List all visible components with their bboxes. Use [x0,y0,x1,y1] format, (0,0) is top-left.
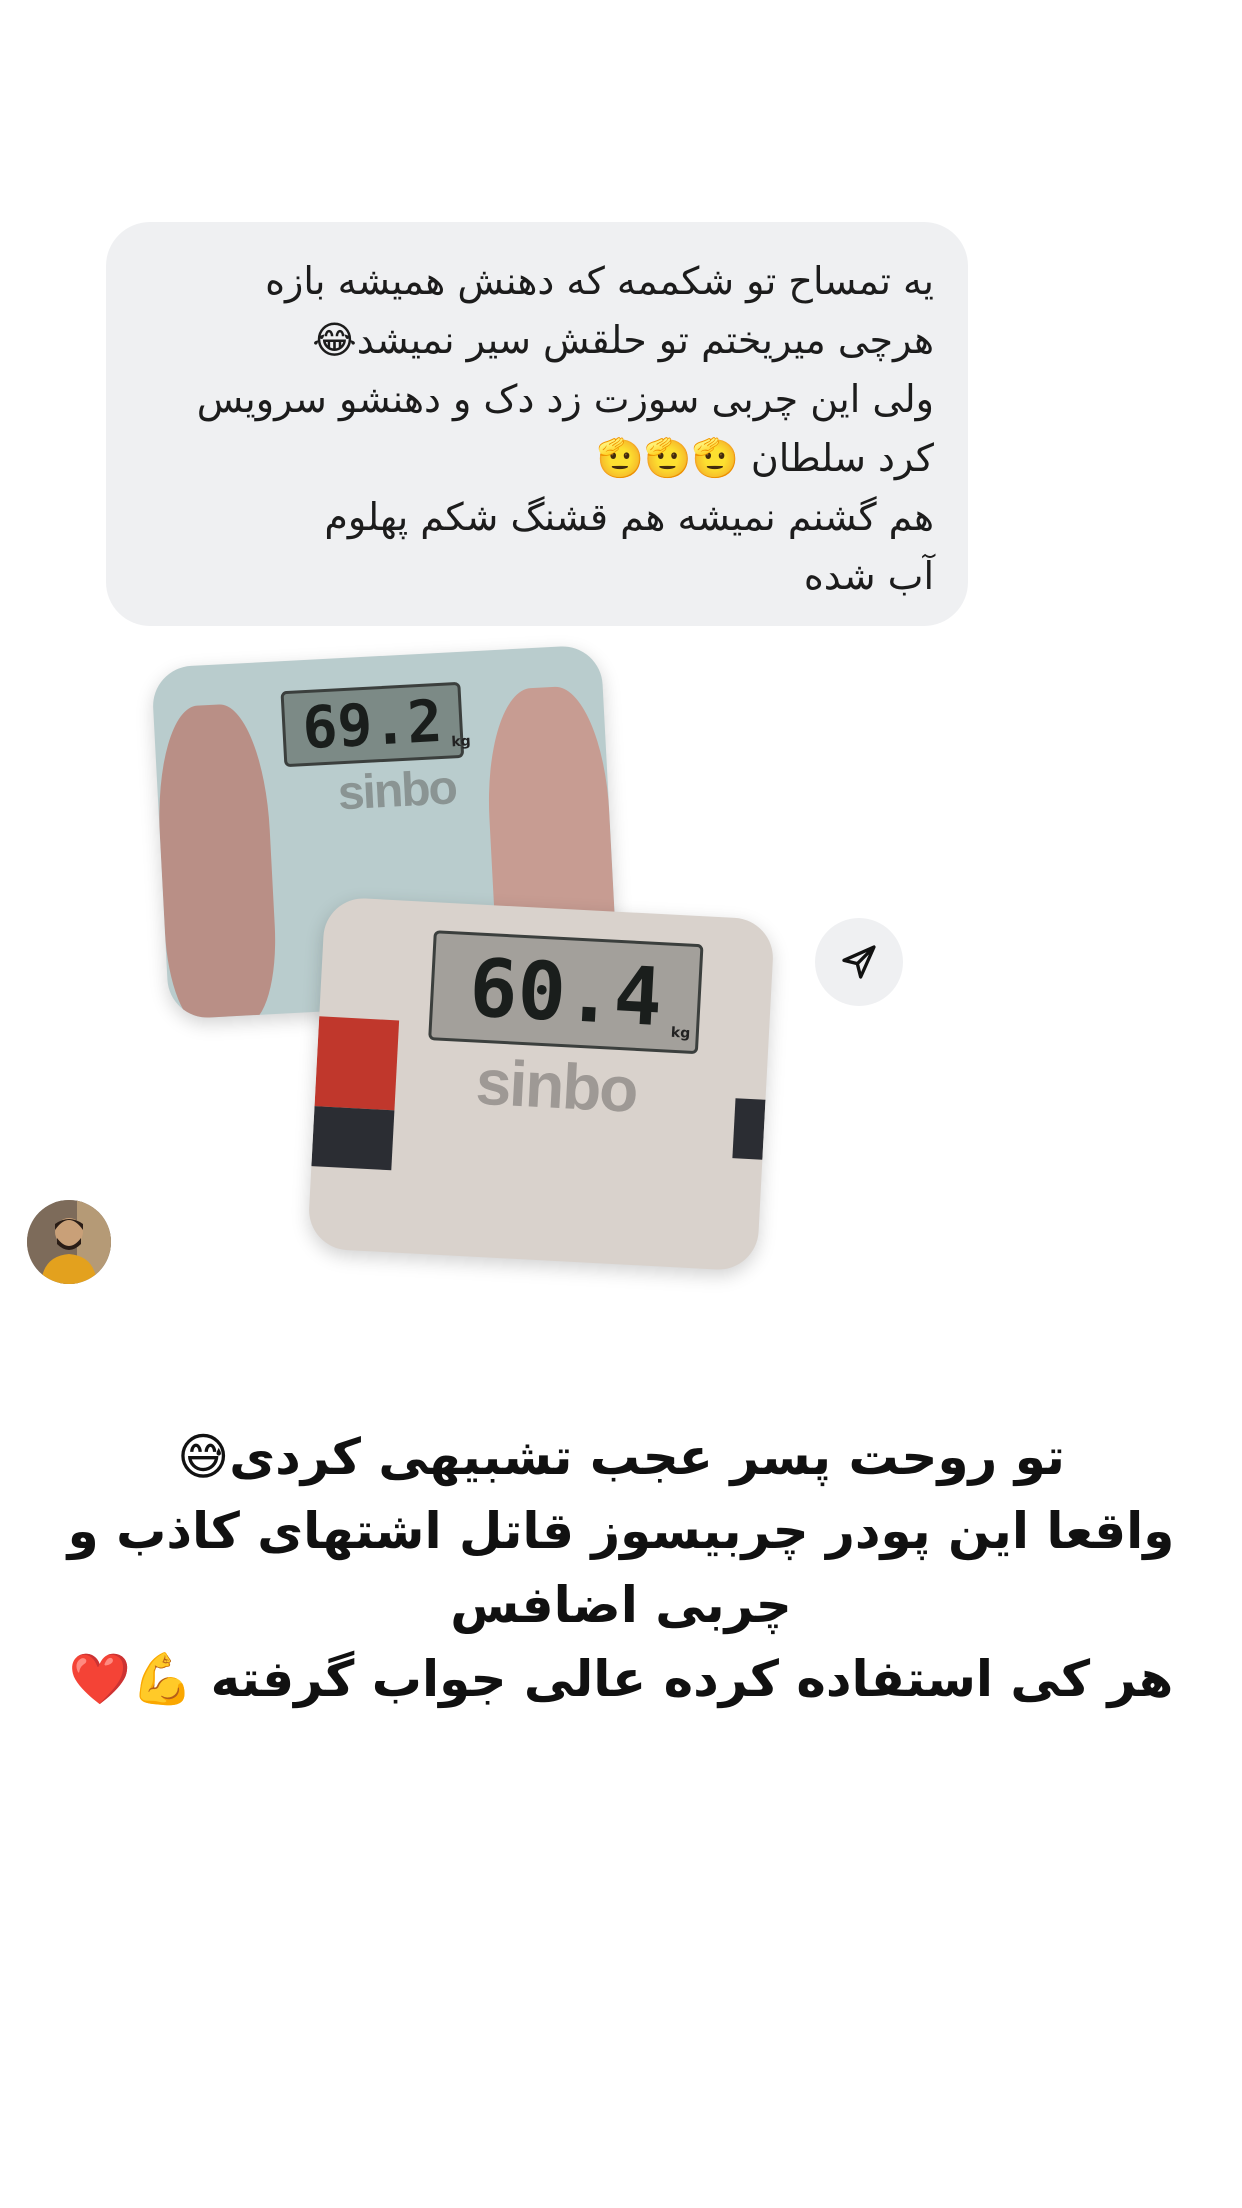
after-weight: 60.4 [467,940,665,1044]
after-scale-display: 60.4 [428,930,704,1055]
profile-avatar[interactable] [27,1200,111,1284]
send-icon [842,945,876,979]
before-scale-display: 69.2 [280,681,465,768]
caption-line-3: چربی اضافس [450,1576,792,1634]
before-brand-logo: sinbo [336,761,458,821]
message-line-2: هرچی میریختم تو حلقش سیر نمیشد😂 [312,318,934,362]
story-caption: تو روحت پسر عجب تشبیهی کردی😅 واقعا این پ… [60,1420,1182,1716]
caption-line-4: هر کی استفاده کرده عالی جواب گرفته 💪❤️ [68,1650,1174,1708]
left-foot [153,702,280,1020]
avatar-image [27,1200,111,1284]
dark-sock [311,1106,395,1171]
after-unit: kg [670,1024,691,1042]
message-line-3: ولی این چربی سوزت زد دک و دهنشو سرویس [196,377,934,421]
caption-line-1: تو روحت پسر عجب تشبیهی کردی😅 [177,1428,1065,1486]
red-sock [314,1016,400,1111]
dark-sock-right [732,1098,766,1160]
message-line-5: هم گشنم نمیشه هم قشنگ شکم پهلوم [324,495,934,539]
caption-line-2: واقعا این پودر چربیسوز قاتل اشتهای کاذب … [67,1502,1175,1560]
message-bubble[interactable]: یه تمساح تو شکممه که دهنش همیشه بازه هرچ… [106,222,968,626]
after-scale-photo[interactable]: 60.4 kg sinbo [307,896,775,1272]
message-line-1: یه تمساح تو شکممه که دهنش همیشه بازه [265,259,934,303]
after-brand-logo: sinbo [474,1045,639,1126]
message-line-4: کرد سلطان 🫡🫡🫡 [596,436,934,480]
share-button[interactable] [815,918,903,1006]
before-unit: kg [450,733,472,751]
before-weight: 69.2 [300,686,444,763]
message-line-6: آب شده [803,554,934,598]
